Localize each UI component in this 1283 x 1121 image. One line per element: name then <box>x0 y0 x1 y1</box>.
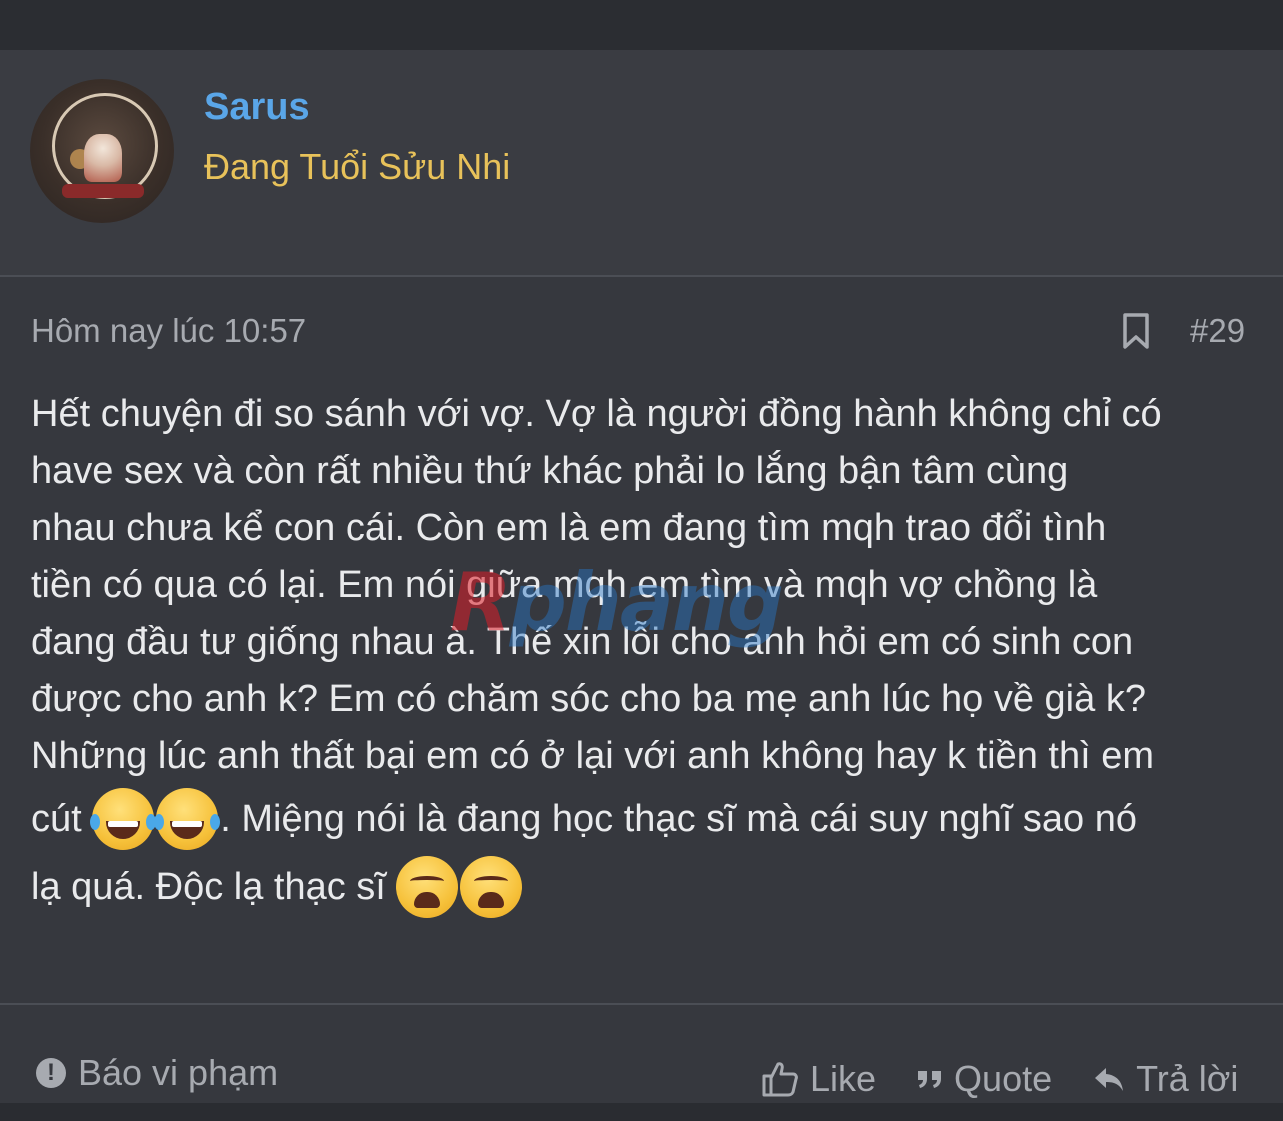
content-line: Những lúc anh thất bại em có ở lại với a… <box>31 735 1155 777</box>
like-label: Like <box>810 1058 877 1099</box>
reply-label: Trả lời <box>1136 1058 1239 1099</box>
quote-label: Quote <box>954 1058 1053 1099</box>
weary-face-emoji-icon <box>396 856 459 918</box>
content-text: lạ quá. Độc lạ thạc sĩ <box>31 865 397 908</box>
tears-of-joy-emoji-icon <box>90 788 157 850</box>
reply-button[interactable]: Trả lời <box>1092 1058 1238 1100</box>
bottom-strip <box>0 1103 1283 1121</box>
post-content: Hết chuyện đi so sánh với vợ. Vợ là ngườ… <box>31 386 1261 921</box>
like-button[interactable]: Like <box>760 1058 876 1100</box>
report-label: Báo vi phạm <box>78 1052 279 1093</box>
content-text: cút <box>31 797 93 840</box>
reply-arrow-icon <box>1092 1064 1126 1094</box>
content-line: đang đầu tư giống nhau à. Thế xin lỗi ch… <box>31 621 1134 663</box>
thumbs-up-icon <box>760 1059 800 1099</box>
content-text: . Miệng nói là đang học thạc sĩ mà cái s… <box>220 797 1138 840</box>
content-line: được cho anh k? Em có chăm sóc cho ba mẹ… <box>31 678 1146 720</box>
content-line: tiền có qua có lại. Em nói giữa mqh em t… <box>31 564 1098 606</box>
content-line: Hết chuyện đi so sánh với vợ. Vợ là ngườ… <box>31 393 1162 435</box>
weary-face-emoji-icon <box>460 856 523 918</box>
post-timestamp[interactable]: Hôm nay lúc 10:57 <box>31 312 306 350</box>
avatar-figure <box>84 134 122 182</box>
quote-button[interactable]: Quote <box>916 1058 1052 1100</box>
content-line-with-emoji: lạ quá. Độc lạ thạc sĩ <box>31 853 1261 921</box>
content-line: have sex và còn rất nhiều thứ khác phải … <box>31 450 1069 492</box>
user-title: Đang Tuổi Sửu Nhi <box>204 146 511 187</box>
exclamation-icon: ! <box>36 1058 66 1088</box>
username-link[interactable]: Sarus <box>204 86 310 129</box>
avatar[interactable] <box>30 79 174 223</box>
footer-divider <box>0 1003 1283 1005</box>
content-line: nhau chưa kể con cái. Còn em là em đang … <box>31 507 1107 549</box>
user-bar: Sarus Đang Tuổi Sửu Nhi <box>0 50 1283 277</box>
post-number[interactable]: #29 <box>1190 312 1245 350</box>
post-actions: Like Quote Trả lời <box>760 1058 1238 1100</box>
report-button[interactable]: ! Báo vi phạm <box>36 1052 278 1094</box>
content-line-with-emoji: cút . Miệng nói là đang học thạc sĩ mà c… <box>31 785 1261 853</box>
avatar-base <box>62 184 144 198</box>
bookmark-icon[interactable] <box>1120 312 1152 350</box>
quote-icon <box>916 1067 944 1091</box>
tears-of-joy-emoji-icon <box>154 788 221 850</box>
forum-post: Sarus Đang Tuổi Sửu Nhi Hôm nay lúc 10:5… <box>0 50 1283 1103</box>
top-strip <box>0 0 1283 50</box>
